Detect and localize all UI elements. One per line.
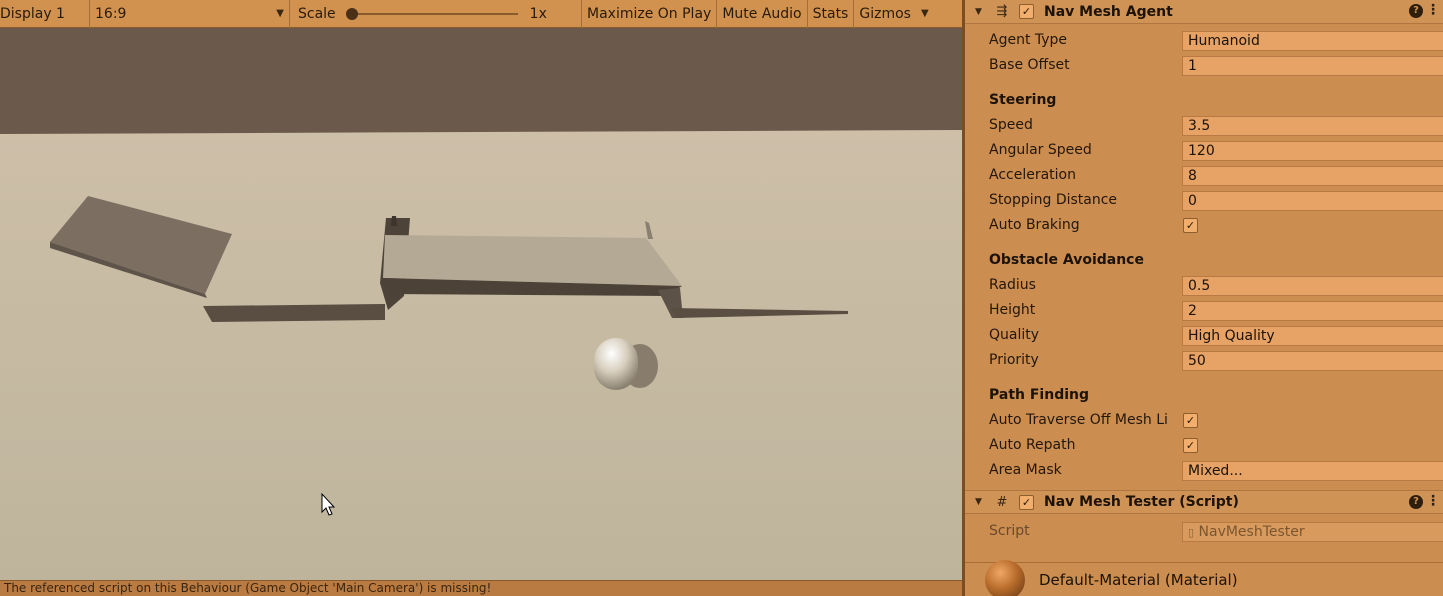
scale-slider[interactable] xyxy=(345,7,518,20)
material-header[interactable]: Default-Material (Material) xyxy=(965,559,1443,596)
field-label: Angular Speed xyxy=(989,142,1092,158)
field-label: Auto Braking xyxy=(989,217,1080,233)
agent-type-row: Agent Type Humanoid xyxy=(965,28,1443,53)
mute-audio-toggle[interactable]: Mute Audio xyxy=(717,0,808,28)
acceleration-field[interactable]: 8 xyxy=(1182,166,1443,186)
obstacle-avoidance-heading: Obstacle Avoidance xyxy=(989,252,1144,268)
display-dropdown[interactable]: Display 1 xyxy=(0,0,90,28)
angular-speed-row: Angular Speed 120 xyxy=(965,138,1443,163)
scene-capsule xyxy=(594,338,638,390)
field-label: Radius xyxy=(989,277,1036,293)
scale-slider-group: Scale 1x xyxy=(290,0,582,28)
scene-render xyxy=(0,28,962,580)
auto-repath-checkbox[interactable]: ✓ xyxy=(1183,438,1198,453)
aspect-ratio-dropdown[interactable]: 16:9 ▼ xyxy=(90,0,290,28)
console-status-bar[interactable]: The referenced script on this Behaviour … xyxy=(0,580,962,596)
field-label: Stopping Distance xyxy=(989,192,1118,208)
component-enabled-checkbox[interactable]: ✓ xyxy=(1019,4,1034,19)
gizmos-label: Gizmos xyxy=(859,5,911,22)
context-menu-icon[interactable]: ⋮ xyxy=(1426,2,1440,18)
field-label: Speed xyxy=(989,117,1033,133)
help-icon[interactable]: ? xyxy=(1409,4,1423,18)
scene-ledge-left xyxy=(203,304,385,322)
steering-heading: Steering xyxy=(989,92,1057,108)
nav-mesh-agent-icon: ⇶ xyxy=(996,4,1008,19)
fold-arrow-icon[interactable]: ▼ xyxy=(975,497,985,507)
maximize-on-play-toggle[interactable]: Maximize On Play xyxy=(582,0,718,28)
scale-label: Scale xyxy=(298,5,336,22)
mute-audio-label: Mute Audio xyxy=(722,5,802,22)
auto-braking-row: Auto Braking ✓ xyxy=(965,213,1443,238)
script-icon: # xyxy=(996,494,1008,510)
speed-row: Speed 3.5 xyxy=(965,113,1443,138)
component-title: Nav Mesh Tester (Script) xyxy=(1044,494,1239,510)
component-enabled-checkbox[interactable]: ✓ xyxy=(1019,494,1034,510)
scale-value: 1x xyxy=(529,5,547,22)
radius-row: Radius 0.5 xyxy=(965,273,1443,298)
status-message: The referenced script on this Behaviour … xyxy=(4,581,492,595)
radius-field[interactable]: 0.5 xyxy=(1182,276,1443,296)
maximize-on-play-label: Maximize On Play xyxy=(587,5,712,22)
height-field[interactable]: 2 xyxy=(1182,301,1443,321)
field-label: Script xyxy=(989,523,1030,539)
nav-mesh-tester-header[interactable]: ▼ # ✓ Nav Mesh Tester (Script) ? ⋮ xyxy=(965,490,1443,514)
area-mask-dropdown[interactable]: Mixed... xyxy=(1182,461,1443,481)
component-title: Nav Mesh Agent xyxy=(1044,3,1173,20)
speed-field[interactable]: 3.5 xyxy=(1182,116,1443,136)
help-icon[interactable]: ? xyxy=(1409,495,1423,509)
inspector-panel: ▼ ⇶ ✓ Nav Mesh Agent ? ⋮ Agent Type Huma… xyxy=(962,0,1443,596)
field-label: Auto Repath xyxy=(989,437,1076,453)
priority-row: Priority 50 xyxy=(965,348,1443,373)
game-viewport[interactable] xyxy=(0,28,962,580)
game-view-toolbar: Display 1 16:9 ▼ Scale 1x Maximize On Pl… xyxy=(0,0,962,28)
stats-toggle[interactable]: Stats xyxy=(808,0,855,28)
agent-type-dropdown[interactable]: Humanoid xyxy=(1182,31,1443,51)
field-label: Base Offset xyxy=(989,57,1070,73)
nav-mesh-agent-header[interactable]: ▼ ⇶ ✓ Nav Mesh Agent ? ⋮ xyxy=(965,0,1443,24)
scene-floor xyxy=(0,130,962,580)
fold-arrow-icon[interactable]: ▼ xyxy=(975,7,985,17)
material-label: Default-Material (Material) xyxy=(1039,570,1238,589)
base-offset-field[interactable]: 1 xyxy=(1182,56,1443,76)
field-label: Height xyxy=(989,302,1036,318)
field-label: Quality xyxy=(989,327,1040,343)
auto-repath-row: Auto Repath ✓ xyxy=(965,433,1443,458)
area-mask-row: Area Mask Mixed... xyxy=(965,458,1443,483)
stopping-distance-field[interactable]: 0 xyxy=(1182,191,1443,211)
display-label: Display 1 xyxy=(0,5,65,22)
field-label: Acceleration xyxy=(989,167,1076,183)
stopping-distance-row: Stopping Distance 0 xyxy=(965,188,1443,213)
auto-traverse-row: Auto Traverse Off Mesh Li ✓ xyxy=(965,408,1443,433)
script-name: NavMeshTester xyxy=(1198,524,1305,540)
quality-row: Quality High Quality xyxy=(965,323,1443,348)
material-preview-icon xyxy=(985,559,1025,596)
stats-label: Stats xyxy=(812,5,849,22)
game-view: Display 1 16:9 ▼ Scale 1x Maximize On Pl… xyxy=(0,0,962,596)
aspect-ratio-label: 16:9 xyxy=(95,5,127,22)
field-label: Agent Type xyxy=(989,32,1068,48)
auto-traverse-checkbox[interactable]: ✓ xyxy=(1183,413,1198,428)
angular-speed-field[interactable]: 120 xyxy=(1182,141,1443,161)
gizmos-dropdown[interactable]: Gizmos ▼ xyxy=(854,0,932,28)
context-menu-icon[interactable]: ⋮ xyxy=(1426,493,1440,509)
scale-slider-handle[interactable] xyxy=(345,7,358,20)
script-row: Script ▯ NavMeshTester xyxy=(965,519,1443,544)
field-label: Auto Traverse Off Mesh Li xyxy=(989,412,1168,428)
scene-post-left xyxy=(391,216,397,226)
auto-braking-checkbox[interactable]: ✓ xyxy=(1183,218,1198,233)
height-row: Height 2 xyxy=(965,298,1443,323)
scene-sky xyxy=(0,28,962,138)
quality-dropdown[interactable]: High Quality xyxy=(1182,326,1443,346)
field-label: Priority xyxy=(989,352,1039,368)
script-object-field[interactable]: ▯ NavMeshTester xyxy=(1182,522,1443,542)
chevron-down-icon: ▼ xyxy=(276,8,284,19)
scene-platform-top xyxy=(383,235,682,286)
path-finding-heading: Path Finding xyxy=(989,387,1090,403)
acceleration-row: Acceleration 8 xyxy=(965,163,1443,188)
script-file-icon: ▯ xyxy=(1188,526,1195,539)
field-label: Area Mask xyxy=(989,462,1062,478)
priority-field[interactable]: 50 xyxy=(1182,351,1443,371)
chevron-down-icon: ▼ xyxy=(920,8,929,19)
base-offset-row: Base Offset 1 xyxy=(965,53,1443,78)
